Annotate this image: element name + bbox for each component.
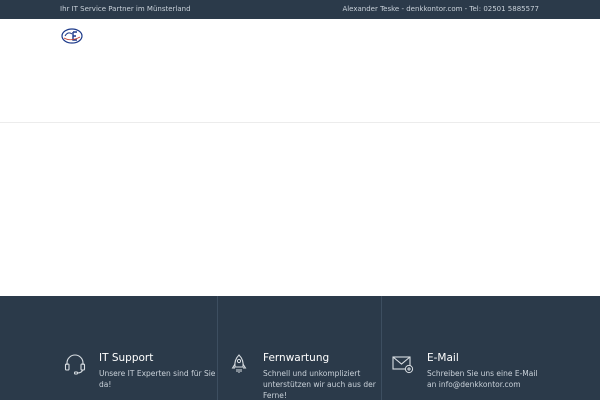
mail-add-icon — [392, 353, 414, 375]
denkkontor-logo-icon[interactable] — [61, 28, 83, 44]
contact-info[interactable]: Alexander Teske - denkkontor.com - Tel: … — [342, 5, 539, 13]
feature-fernwartung[interactable]: Fernwartung Schnell und unkompliziert un… — [218, 296, 381, 400]
site-header — [0, 19, 600, 123]
feature-email[interactable]: E-Mail Schreiben Sie uns eine E-Mail an … — [382, 296, 600, 400]
tagline: Ihr IT Service Partner im Münsterland — [60, 5, 191, 13]
feature-description: Unsere IT Experten sind für Sie da! — [99, 369, 216, 389]
feature-description: Schnell und unkompliziert unterstützen w… — [263, 369, 376, 400]
headset-icon — [64, 353, 86, 375]
top-bar: Ihr IT Service Partner im Münsterland Al… — [0, 0, 600, 19]
features-footer: IT Support Unsere IT Experten sind für S… — [0, 296, 600, 400]
feature-title: E-Mail — [427, 352, 459, 364]
main-content — [0, 124, 600, 296]
feature-title: Fernwartung — [263, 352, 330, 364]
feature-title: IT Support — [99, 352, 154, 364]
feature-it-support[interactable]: IT Support Unsere IT Experten sind für S… — [0, 296, 217, 400]
feature-description: Schreiben Sie uns eine E-Mail an info@de… — [427, 369, 538, 389]
rocket-icon — [228, 353, 250, 375]
